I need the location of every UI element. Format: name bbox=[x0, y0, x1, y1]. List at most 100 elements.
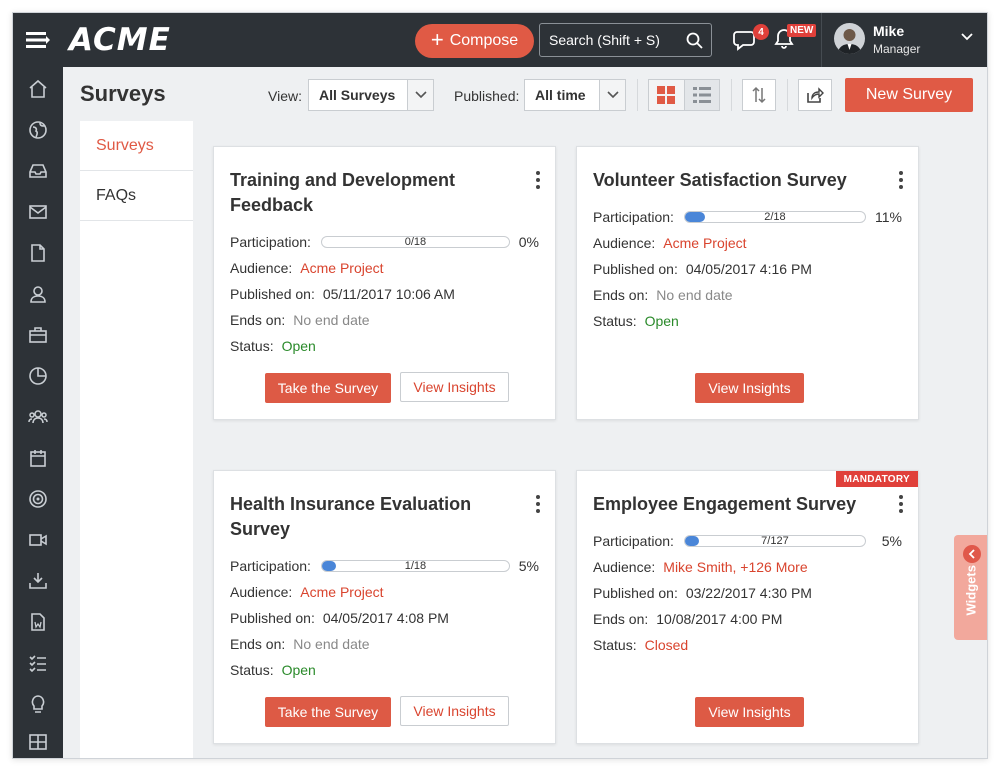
compose-button[interactable]: + Compose bbox=[415, 24, 534, 58]
published-label: Published on: bbox=[230, 286, 315, 302]
audience-value[interactable]: Acme Project bbox=[663, 235, 746, 251]
view-insights-button[interactable]: View Insights bbox=[400, 372, 509, 402]
notification-new-badge: NEW bbox=[787, 24, 817, 37]
export-button[interactable] bbox=[798, 79, 832, 111]
sidebar-item-inbox[interactable] bbox=[13, 151, 63, 191]
status-label: Status: bbox=[593, 637, 637, 653]
audience-value[interactable]: Acme Project bbox=[300, 584, 383, 600]
survey-title[interactable]: Volunteer Satisfaction Survey bbox=[593, 168, 883, 193]
status-value: Closed bbox=[644, 637, 689, 653]
audience-label: Audience: bbox=[593, 559, 656, 575]
participation-row: Participation: 7/127 bbox=[593, 533, 866, 549]
take-survey-button[interactable]: Take the Survey bbox=[265, 697, 391, 727]
list-view-button[interactable] bbox=[683, 80, 719, 110]
sidebar-item-ideas[interactable] bbox=[13, 684, 63, 724]
user-icon bbox=[30, 286, 46, 303]
globe-icon bbox=[29, 121, 47, 139]
sidebar-item-video[interactable] bbox=[13, 520, 63, 560]
more-options-icon[interactable] bbox=[535, 171, 541, 189]
view-insights-button[interactable]: View Insights bbox=[400, 696, 509, 726]
content-panel: Surveys FAQs Training and Development Fe… bbox=[80, 121, 972, 758]
user-name[interactable]: Mike bbox=[873, 23, 904, 39]
subnav-item-faqs[interactable]: FAQs bbox=[80, 171, 193, 221]
take-survey-button[interactable]: Take the Survey bbox=[265, 373, 391, 403]
app-window: ACME + Compose Search (Shift + S) 4 NEW … bbox=[12, 12, 988, 759]
avatar[interactable] bbox=[834, 23, 865, 54]
divider bbox=[821, 13, 822, 67]
new-survey-button[interactable]: New Survey bbox=[845, 78, 973, 112]
status-label: Status: bbox=[230, 338, 274, 354]
top-bar: ACME + Compose Search (Shift + S) 4 NEW … bbox=[13, 13, 987, 67]
participation-count: 7/127 bbox=[761, 535, 789, 547]
sidebar-item-download[interactable] bbox=[13, 561, 63, 601]
view-label: View: bbox=[268, 88, 302, 104]
participation-count: 2/18 bbox=[764, 211, 786, 223]
chat-badge: 4 bbox=[753, 24, 769, 40]
published-row: Published on: 05/11/2017 10:06 AM bbox=[230, 286, 455, 302]
audience-label: Audience: bbox=[593, 235, 656, 251]
share-icon bbox=[807, 87, 824, 103]
view-insights-button[interactable]: View Insights bbox=[695, 697, 804, 727]
mandatory-badge: MANDATORY bbox=[835, 471, 918, 487]
lightbulb-icon bbox=[31, 695, 45, 713]
view-insights-button[interactable]: View Insights bbox=[695, 373, 804, 403]
chevron-left-icon[interactable] bbox=[963, 545, 981, 563]
audience-row: Audience: Acme Project bbox=[230, 584, 384, 600]
app-logo[interactable]: ACME bbox=[69, 22, 171, 58]
chevron-down-icon bbox=[599, 80, 625, 110]
participation-percent: 0% bbox=[518, 234, 539, 250]
survey-title[interactable]: Health Insurance Evaluation Survey bbox=[230, 492, 520, 542]
more-options-icon[interactable] bbox=[898, 495, 904, 513]
widgets-tab[interactable]: Widgets bbox=[954, 535, 987, 640]
page-title: Surveys bbox=[80, 81, 166, 106]
search-input[interactable]: Search (Shift + S) bbox=[539, 23, 712, 57]
published-value: 03/22/2017 4:30 PM bbox=[685, 585, 812, 601]
sidebar-item-calendar[interactable] bbox=[13, 438, 63, 478]
survey-subnav: Surveys FAQs bbox=[80, 121, 193, 758]
audience-value[interactable]: Mike Smith, +126 More bbox=[663, 559, 807, 575]
participation-percent: 11% bbox=[875, 209, 902, 225]
widgets-label: Widgets bbox=[963, 565, 979, 616]
sidebar-item-reports[interactable] bbox=[13, 356, 63, 396]
status-value: Open bbox=[644, 313, 679, 329]
audience-value[interactable]: Acme Project bbox=[300, 260, 383, 276]
more-options-icon[interactable] bbox=[898, 171, 904, 189]
sidebar-item-mail[interactable] bbox=[13, 192, 63, 232]
audience-row: Audience: Mike Smith, +126 More bbox=[593, 559, 808, 575]
sort-button[interactable] bbox=[742, 79, 776, 111]
sidebar-item-document[interactable] bbox=[13, 233, 63, 273]
sidebar-item-user[interactable] bbox=[13, 274, 63, 314]
home-icon bbox=[29, 79, 47, 98]
participation-label: Participation: bbox=[593, 209, 674, 225]
subnav-item-surveys[interactable]: Surveys bbox=[80, 121, 193, 171]
sidebar-item-apps[interactable] bbox=[13, 722, 63, 758]
survey-title[interactable]: Training and Development Feedback bbox=[230, 168, 520, 218]
briefcase-icon bbox=[29, 327, 47, 343]
video-icon bbox=[29, 534, 47, 546]
status-value: Open bbox=[281, 662, 316, 678]
more-options-icon[interactable] bbox=[535, 495, 541, 513]
view-select[interactable]: All Surveys bbox=[308, 79, 434, 111]
chevron-down-icon bbox=[407, 80, 433, 110]
participation-label: Participation: bbox=[230, 234, 311, 250]
status-row: Status: Open bbox=[230, 662, 316, 678]
survey-card: Training and Development Feedback Partic… bbox=[213, 146, 556, 420]
menu-toggle-icon[interactable] bbox=[13, 13, 63, 67]
sidebar-item-team[interactable] bbox=[13, 397, 63, 437]
published-select[interactable]: All time bbox=[524, 79, 626, 111]
survey-card: Volunteer Satisfaction Survey Participat… bbox=[576, 146, 919, 420]
team-icon bbox=[28, 410, 48, 424]
sidebar-item-goals[interactable] bbox=[13, 479, 63, 519]
sidebar-item-tasks[interactable] bbox=[13, 643, 63, 683]
view-toggle bbox=[648, 79, 720, 111]
ends-value: No end date bbox=[656, 287, 733, 303]
sidebar-item-globe[interactable] bbox=[13, 110, 63, 150]
chevron-down-icon[interactable] bbox=[961, 33, 973, 41]
grid-view-button[interactable] bbox=[649, 80, 684, 110]
sidebar-item-word-doc[interactable] bbox=[13, 602, 63, 642]
sidebar-item-home[interactable] bbox=[13, 69, 63, 109]
mail-icon bbox=[29, 205, 47, 219]
divider bbox=[787, 79, 788, 111]
survey-title[interactable]: Employee Engagement Survey bbox=[593, 492, 883, 517]
sidebar-item-briefcase[interactable] bbox=[13, 315, 63, 355]
